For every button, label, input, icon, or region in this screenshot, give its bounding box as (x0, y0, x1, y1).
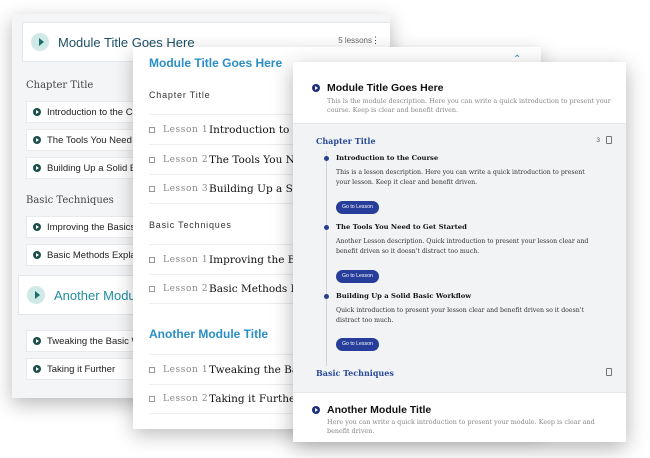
go-to-lesson-button[interactable]: Go to Lesson (336, 270, 379, 283)
go-to-lesson-button[interactable]: Go to Lesson (336, 201, 379, 214)
timeline-dot (324, 225, 329, 230)
play-circle-icon (31, 33, 49, 51)
module-title: Module Title Goes Here (327, 82, 444, 94)
chapter-title: Basic Techniques (26, 195, 114, 206)
go-to-lesson-button[interactable]: Go to Lesson (336, 338, 379, 351)
checkbox-icon[interactable] (149, 256, 155, 263)
module-description: Here you can write a quick introduction … (327, 418, 595, 435)
play-icon (33, 251, 41, 259)
chapter-title: Chapter Title (26, 80, 94, 91)
play-circle-icon (312, 84, 320, 92)
play-icon (33, 164, 41, 172)
play-icon (33, 108, 41, 116)
lesson-count: 5 lessons (338, 36, 372, 45)
module-title[interactable]: Another Module Title (149, 327, 268, 341)
lesson-number: Lesson 1 (163, 124, 209, 135)
lesson-title[interactable]: Building Up a Solid Basic Workflow (336, 292, 471, 300)
timeline-dot (324, 294, 329, 299)
chapter-title: Chapter Title (149, 90, 211, 100)
checkbox-icon[interactable] (149, 366, 155, 373)
lesson-title: Taking it Further (47, 363, 116, 375)
checkbox-icon[interactable] (149, 186, 155, 192)
play-circle-icon (27, 286, 45, 304)
checkbox-icon[interactable] (149, 286, 155, 292)
play-icon (33, 223, 41, 231)
play-icon (33, 337, 41, 345)
more-icon[interactable]: ⋮ (371, 35, 380, 46)
module-title[interactable]: Module Title Goes Here (149, 56, 282, 70)
play-icon (33, 365, 41, 373)
module-header[interactable]: Another Module Title Here you can write … (293, 392, 626, 442)
lesson-number: Lesson 2 (163, 284, 209, 294)
checkbox-icon[interactable] (149, 126, 155, 133)
lesson-title: Improving the Basics (47, 221, 136, 233)
lesson-title[interactable]: The Tools You Need to Get Started (336, 223, 467, 231)
lesson-title[interactable]: Introduction to the Course (336, 154, 438, 162)
chapter-title: Basic Techniques (149, 220, 232, 230)
lesson-number: Lesson 3 (163, 184, 209, 194)
checkbox-icon[interactable] (149, 156, 155, 163)
lesson-count: 3 (596, 137, 600, 144)
play-icon (33, 136, 41, 144)
module-header[interactable]: Module Title Goes Here This is the modul… (293, 62, 626, 124)
checkbox-icon[interactable] (149, 396, 155, 402)
chapter-title[interactable]: Basic Techniques (316, 368, 394, 378)
timeline-dot (324, 156, 329, 161)
course-outline-card-detailed: Module Title Goes Here This is the modul… (293, 62, 626, 442)
module-description: This is the module description. Here you… (327, 97, 611, 114)
lesson-number: Lesson 1 (163, 254, 209, 265)
lesson-title: Taking it Further (209, 393, 301, 405)
lesson-number: Lesson 1 (163, 364, 209, 375)
lesson-description: Another Lesson description. Quick introd… (336, 238, 589, 255)
document-icon (606, 136, 612, 144)
lesson-number: Lesson 2 (163, 394, 209, 404)
document-icon (606, 368, 612, 376)
lesson-description: This is a lesson description. Here you c… (336, 169, 585, 186)
timeline-line (326, 151, 327, 366)
module-title: Another Module Title (327, 404, 432, 416)
chapter-title[interactable]: Chapter Title (316, 136, 376, 146)
lesson-description: Quick introduction to present your lesso… (336, 307, 584, 324)
play-circle-icon (312, 406, 320, 414)
lesson-number: Lesson 2 (163, 154, 209, 165)
